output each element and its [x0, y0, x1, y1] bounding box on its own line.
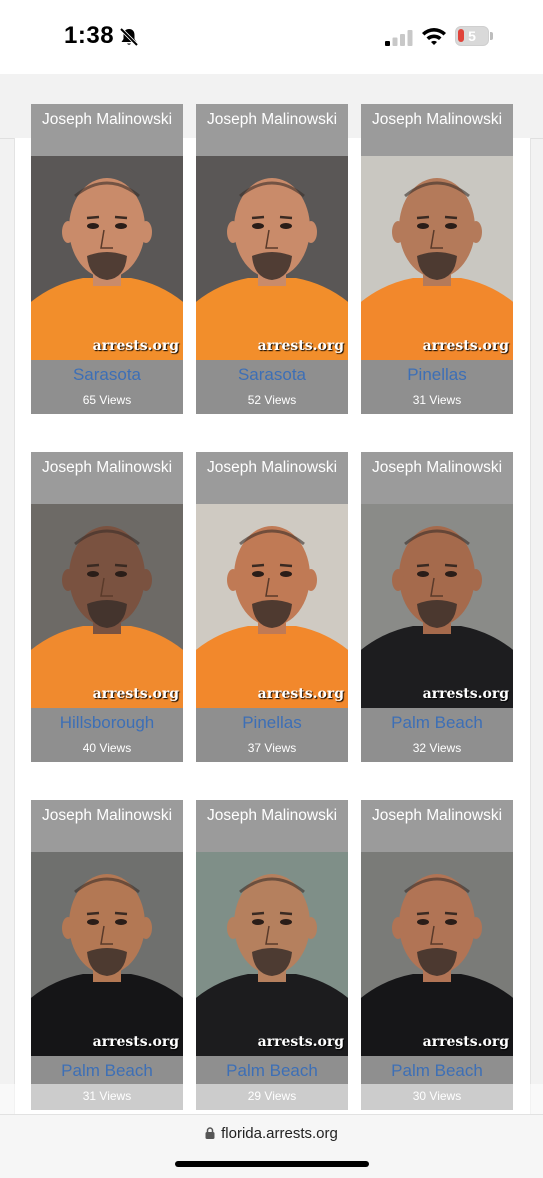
results-grid: Joseph Malinowski arrests.org Sarasota 65 V…: [14, 104, 531, 1114]
mugshot-photo[interactable]: arrests.org: [196, 504, 348, 708]
bell-muted-icon: [119, 27, 139, 47]
wifi-icon: [422, 28, 446, 45]
person-name[interactable]: Joseph Malinowski: [361, 104, 513, 156]
person-name[interactable]: Joseph Malinowski: [31, 104, 183, 156]
mugshot-card[interactable]: Joseph Malinowski arrests.org Palm Beach 32…: [361, 452, 513, 762]
view-count: 40 Views: [82, 741, 132, 755]
mugshot-card[interactable]: Joseph Malinowski arrests.org Pinellas 37 V…: [196, 452, 348, 762]
person-name[interactable]: Joseph Malinowski: [196, 800, 348, 852]
view-count: 37 Views: [247, 741, 297, 755]
county-link[interactable]: Pinellas: [361, 360, 513, 390]
battery-icon: 5: [455, 26, 489, 46]
county-link[interactable]: Palm Beach: [31, 1056, 183, 1086]
mugshot-card[interactable]: Joseph Malinowskiarrests.orgPalm Beach30…: [361, 800, 513, 1110]
watermark-text: arrests.org: [92, 338, 179, 354]
mugshot-card[interactable]: Joseph Malinowski arrests.org Sarasota 52 V…: [196, 104, 348, 414]
url-text: florida.arrests.org: [221, 1125, 338, 1142]
watermark-text: arrests.org: [92, 686, 179, 702]
home-indicator[interactable]: [175, 1161, 369, 1167]
watermark-text: arrests.org: [422, 1034, 509, 1050]
watermark-text: arrests.org: [257, 686, 344, 702]
watermark-text: arrests.org: [92, 1034, 179, 1050]
watermark-text: arrests.org: [257, 338, 344, 354]
mugshot-photo[interactable]: arrests.org: [361, 852, 513, 1056]
battery-tip: [490, 32, 493, 40]
county-link[interactable]: Palm Beach: [196, 1056, 348, 1086]
mugshot-photo[interactable]: arrests.org: [31, 504, 183, 708]
status-time: 1:38: [64, 22, 115, 49]
mugshot-photo[interactable]: arrests.org: [196, 156, 348, 360]
watermark-text: arrests.org: [257, 1034, 344, 1050]
person-name[interactable]: Joseph Malinowski: [361, 800, 513, 852]
county-link[interactable]: Sarasota: [196, 360, 348, 390]
county-link[interactable]: Pinellas: [196, 708, 348, 738]
mugshot-card[interactable]: Joseph Malinowskiarrests.orgPalm Beach31…: [31, 800, 183, 1110]
mugshot-card[interactable]: Joseph Malinowski arrests.org Hillsborough…: [31, 452, 183, 762]
view-count: 65 Views: [82, 393, 132, 407]
view-count: 31 Views: [412, 393, 462, 407]
watermark-text: arrests.org: [422, 338, 509, 354]
county-link[interactable]: Palm Beach: [361, 708, 513, 738]
view-count: 52 Views: [247, 393, 297, 407]
mugshot-photo[interactable]: arrests.org: [196, 852, 348, 1056]
cellular-signal-icon: [385, 30, 413, 46]
web-page[interactable]: Joseph Malinowski arrests.org Sarasota 65 V…: [0, 74, 543, 1114]
county-link[interactable]: Palm Beach: [361, 1056, 513, 1086]
battery-level: 5: [468, 28, 476, 44]
mugshot-card[interactable]: Joseph Malinowskiarrests.orgPalm Beach29…: [196, 800, 348, 1110]
address-bar[interactable]: florida.arrests.org: [0, 1125, 543, 1142]
mugshot-card[interactable]: Joseph Malinowski arrests.org Pinellas 31 V…: [361, 104, 513, 414]
county-link[interactable]: Sarasota: [31, 360, 183, 390]
person-name[interactable]: Joseph Malinowski: [196, 452, 348, 504]
person-name[interactable]: Joseph Malinowski: [196, 104, 348, 156]
browser-bottom-bar: florida.arrests.org: [0, 1114, 543, 1178]
mugshot-card[interactable]: Joseph Malinowski arrests.org Sarasota 65 V…: [31, 104, 183, 414]
mugshot-photo[interactable]: arrests.org: [361, 156, 513, 360]
person-name[interactable]: Joseph Malinowski: [361, 452, 513, 504]
view-count: 32 Views: [412, 741, 462, 755]
mugshot-photo[interactable]: arrests.org: [361, 504, 513, 708]
person-name[interactable]: Joseph Malinowski: [31, 452, 183, 504]
person-name[interactable]: Joseph Malinowski: [31, 800, 183, 852]
mugshot-photo[interactable]: arrests.org: [31, 156, 183, 360]
mugshot-photo[interactable]: arrests.org: [31, 852, 183, 1056]
watermark-text: arrests.org: [422, 686, 509, 702]
lock-icon: [205, 1127, 215, 1139]
bottom-fade: [0, 1084, 543, 1114]
status-bar: 1:38 5: [0, 0, 543, 74]
county-link[interactable]: Hillsborough: [31, 708, 183, 738]
